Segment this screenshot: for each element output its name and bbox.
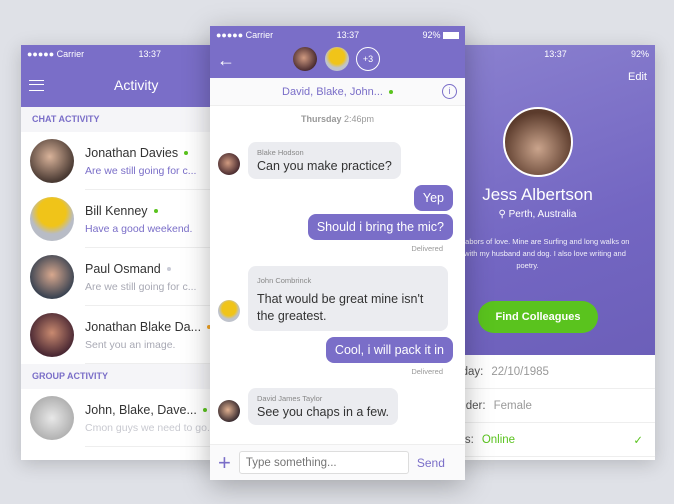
add-icon[interactable]: + [218, 450, 231, 476]
profile-bio: I believe in labors of love. Mine are Su… [460, 237, 630, 270]
chat-list-item[interactable]: John, Blake, Dave... Cmon guys we need to… [21, 389, 221, 447]
message-bubble: John Combrinck That would be great mine i… [248, 266, 448, 331]
page-title: Activity [114, 77, 159, 93]
profile-location: ⚲ Perth, Australia [460, 209, 615, 220]
contact-avatar [30, 139, 74, 183]
message-bubble: Cool, i will pack it in [325, 337, 453, 363]
gender-row: Gender:Female [460, 389, 655, 423]
participant-avatar[interactable] [293, 47, 317, 71]
status-value: Online [481, 433, 516, 446]
menu-icon[interactable] [29, 79, 44, 91]
send-button[interactable]: Send [417, 456, 445, 470]
sender-avatar [218, 400, 240, 422]
carrier: ●●●●● Carrier [216, 30, 274, 40]
battery: 92% [630, 49, 649, 59]
clock: 13:37 [138, 49, 161, 59]
last-message: Cmon guys we need to go... [85, 422, 216, 434]
chat-list-item[interactable]: Bill Kenney Have a good weekend. [21, 190, 221, 248]
chat-activity-header: CHAT ACTIVITY [21, 107, 221, 132]
status-dot [166, 266, 171, 271]
message-bubble: David James Taylor See you chaps in a few… [248, 388, 399, 425]
edit-button[interactable]: Edit [628, 71, 647, 83]
status-dot [184, 150, 189, 155]
location-pin-icon: ⚲ [498, 209, 509, 220]
profile-name: Jess Albertson [482, 185, 593, 204]
chat-screen: ●●●●● Carrier 13:37 92% ← +3 David, Blake,… [210, 26, 465, 480]
battery: 92% [422, 30, 459, 40]
last-message: Have a good weekend. [85, 223, 193, 235]
carrier: ●●●●● Carrier [27, 49, 85, 59]
profile-screen: 13:37 92% Edit Jess Albertson ⚲ Perth, Au… [460, 45, 655, 460]
chat-list-item[interactable]: Jonathan Blake Da... Sent you an image. [21, 306, 221, 364]
profile-avatar [503, 107, 573, 177]
sender-avatar [218, 153, 240, 175]
location-text: Perth, Australia [508, 209, 577, 220]
birthday-row: Birthday:22/10/1985 [460, 355, 655, 389]
contact-name: Jonathan Davies [85, 146, 179, 160]
participants-title: David, Blake, John... [282, 85, 383, 98]
contact-name: John, Blake, Dave... [85, 403, 197, 417]
participant-avatar[interactable] [325, 47, 349, 71]
info-icon[interactable]: i [442, 84, 457, 99]
gender-value: Female [493, 399, 532, 412]
message-bubble: Blake Hodson Can you make practice? [248, 142, 401, 179]
contact-name: Paul Osmand [85, 262, 161, 276]
status-row: Status:Online✓ [460, 423, 655, 457]
delivered-status: Delivered [411, 244, 443, 253]
sender-avatar [218, 300, 240, 322]
clock: 13:37 [544, 49, 567, 59]
message-bubble: Yep [413, 185, 453, 211]
check-icon: ✓ [633, 434, 643, 447]
more-participants-badge[interactable]: +3 [356, 47, 380, 71]
contact-name: Jonathan Blake Da... [85, 320, 202, 334]
contact-avatar [30, 313, 74, 357]
last-message: Sent you an image. [85, 339, 176, 351]
status-dot [153, 208, 158, 213]
delivered-status: Delivered [411, 367, 443, 376]
clock: 13:37 [336, 30, 360, 40]
contact-name: Bill Kenney [85, 204, 148, 218]
contact-avatar [30, 255, 74, 299]
date-divider: Thursday 2:46pm [300, 114, 375, 124]
last-message: Are we still going for c... [85, 165, 197, 177]
battery-icon [443, 32, 459, 40]
contact-avatar [30, 396, 74, 440]
group-activity-header: GROUP ACTIVITY [21, 364, 221, 389]
chat-list-item[interactable]: Paul Osmand Are we still going for c... [21, 248, 221, 306]
message-bubble: Should i bring the mic? [307, 214, 453, 240]
online-dot [388, 89, 393, 94]
activity-screen: ●●●●● Carrier 13:37 Activity CHAT ACTIVIT… [21, 45, 221, 460]
find-colleagues-button[interactable]: Find Colleagues [478, 301, 598, 333]
last-message: Are we still going for c... [85, 281, 197, 293]
status-dot [202, 407, 207, 412]
contact-avatar [30, 197, 74, 241]
back-arrow-icon[interactable]: ← [217, 50, 235, 71]
message-input[interactable] [238, 451, 409, 474]
chat-list-item[interactable]: Jonathan Davies Are we still going for c.… [21, 132, 221, 190]
birthday-value: 22/10/1985 [491, 365, 549, 378]
